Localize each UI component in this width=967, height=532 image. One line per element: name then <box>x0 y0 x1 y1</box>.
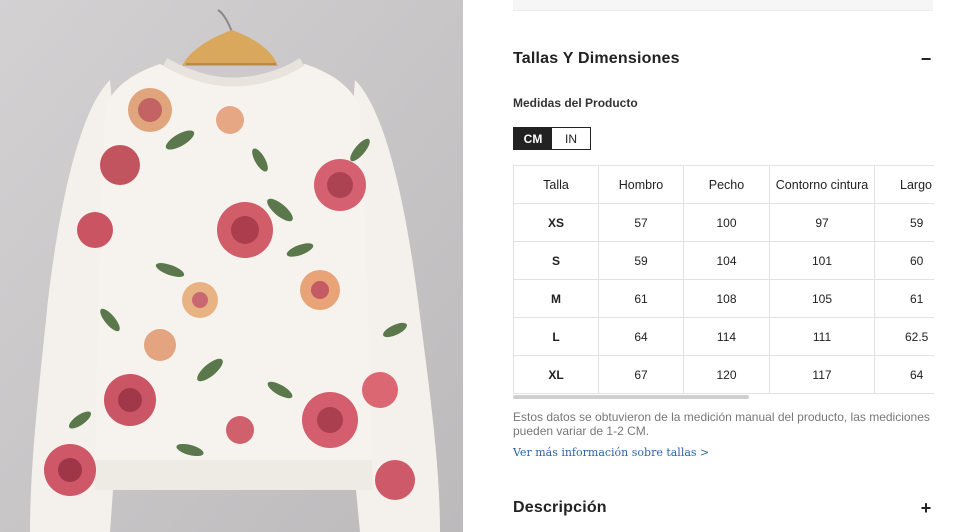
product-measurements-label: Medidas del Producto <box>513 96 638 110</box>
table-cell: 111 <box>769 317 875 356</box>
table-cell: 67 <box>598 355 684 394</box>
size-table-scroll[interactable]: Talla Hombro Pecho Contorno cintura Larg… <box>513 165 934 394</box>
table-cell: 64 <box>874 355 934 394</box>
size-cell: XL <box>513 355 599 394</box>
table-row: XL 67 120 117 64 <box>513 355 934 394</box>
table-cell: 57 <box>598 203 684 242</box>
table-cell: 64 <box>598 317 684 356</box>
table-cell: 117 <box>769 355 875 394</box>
table-cell: 97 <box>769 203 875 242</box>
product-image <box>0 0 463 532</box>
size-section-header[interactable]: Tallas Y Dimensiones − <box>513 44 933 74</box>
size-info-link[interactable]: Ver más información sobre tallas > <box>513 446 709 459</box>
table-cell: 59 <box>874 203 934 242</box>
measurement-note: Estos datos se obtuvieron de la medición… <box>513 410 930 438</box>
size-cell: M <box>513 279 599 318</box>
unit-cm-button[interactable]: CM <box>514 128 552 149</box>
size-section-title: Tallas Y Dimensiones <box>513 50 680 67</box>
table-cell: 104 <box>683 241 770 280</box>
description-section-title: Descripción <box>513 499 607 516</box>
table-row: XS 57 100 97 59 <box>513 203 934 242</box>
table-cell: 62.5 <box>874 317 934 356</box>
size-table: Talla Hombro Pecho Contorno cintura Larg… <box>513 165 934 394</box>
header-talla: Talla <box>513 165 599 204</box>
header-hombro: Hombro <box>598 165 684 204</box>
size-cell: XS <box>513 203 599 242</box>
expand-icon[interactable]: + <box>919 499 933 517</box>
size-cell: S <box>513 241 599 280</box>
header-contorno-cintura: Contorno cintura <box>769 165 875 204</box>
size-cell: L <box>513 317 599 356</box>
table-cell: 59 <box>598 241 684 280</box>
table-cell: 120 <box>683 355 770 394</box>
table-cell: 61 <box>598 279 684 318</box>
table-cell: 105 <box>769 279 875 318</box>
table-cell: 114 <box>683 317 770 356</box>
table-row: L 64 114 111 62.5 <box>513 317 934 356</box>
table-row: S 59 104 101 60 <box>513 241 934 280</box>
table-cell: 108 <box>683 279 770 318</box>
table-cell: 101 <box>769 241 875 280</box>
header-pecho: Pecho <box>683 165 770 204</box>
table-cell: 60 <box>874 241 934 280</box>
table-row: M 61 108 105 61 <box>513 279 934 318</box>
table-cell: 100 <box>683 203 770 242</box>
unit-toggle[interactable]: CM IN <box>513 127 591 150</box>
table-cell: 61 <box>874 279 934 318</box>
collapse-icon[interactable]: − <box>919 50 933 68</box>
header-largo: Largo <box>874 165 934 204</box>
product-details-panel: Tallas Y Dimensiones − Medidas del Produ… <box>463 0 967 532</box>
unit-in-button[interactable]: IN <box>552 128 590 149</box>
description-section-header[interactable]: Descripción + <box>513 493 933 523</box>
previous-section-edge <box>513 0 933 11</box>
table-horizontal-scrollbar[interactable] <box>513 395 749 399</box>
table-header-row: Talla Hombro Pecho Contorno cintura Larg… <box>513 165 934 204</box>
